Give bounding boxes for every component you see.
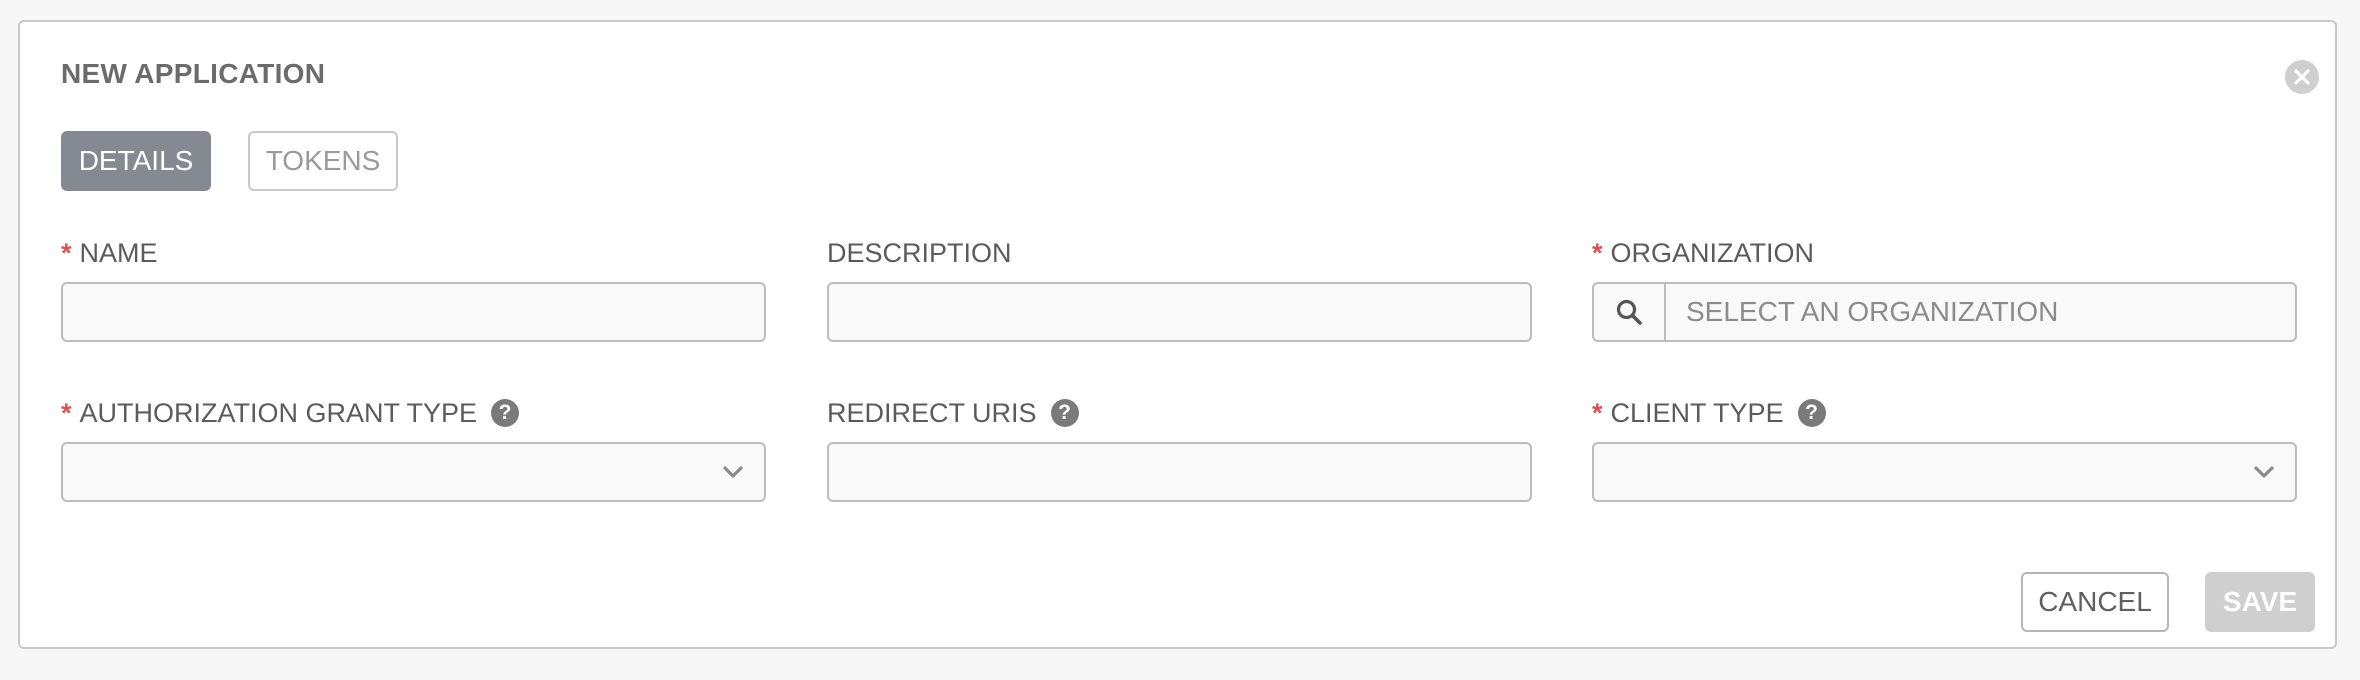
tab-details[interactable]: DETAILS bbox=[61, 131, 211, 191]
redirect-uris-label-text: REDIRECT URIS bbox=[827, 397, 1037, 428]
cancel-button[interactable]: CANCEL bbox=[2021, 572, 2169, 632]
organization-lookup[interactable]: SELECT AN ORGANIZATION bbox=[1592, 282, 2297, 342]
description-label-text: DESCRIPTION bbox=[827, 237, 1012, 268]
description-label: DESCRIPTION bbox=[827, 236, 1532, 270]
close-button[interactable] bbox=[2285, 60, 2319, 94]
redirect-uris-label: REDIRECT URIS ? bbox=[827, 396, 1532, 430]
redirect-uris-input[interactable] bbox=[827, 442, 1532, 502]
client-type-label: * CLIENT TYPE ? bbox=[1592, 396, 2297, 430]
grant-type-select[interactable] bbox=[61, 442, 766, 502]
grant-type-label: * AUTHORIZATION GRANT TYPE ? bbox=[61, 396, 766, 430]
name-label: * NAME bbox=[61, 236, 766, 270]
save-button[interactable]: SAVE bbox=[2205, 572, 2315, 632]
required-mark: * bbox=[61, 397, 72, 428]
close-icon bbox=[2294, 69, 2310, 85]
required-mark: * bbox=[1592, 397, 1603, 428]
description-input[interactable] bbox=[827, 282, 1532, 342]
client-type-label-text: CLIENT TYPE bbox=[1610, 397, 1784, 428]
redirect-uris-field-group: REDIRECT URIS ? bbox=[827, 396, 1532, 502]
chevron-down-icon bbox=[723, 466, 743, 478]
organization-label: * ORGANIZATION bbox=[1592, 236, 2297, 270]
description-field-group: DESCRIPTION bbox=[827, 236, 1532, 342]
organization-field-group: * ORGANIZATION SELECT AN ORGANIZATION bbox=[1592, 236, 2297, 342]
grant-type-label-text: AUTHORIZATION GRANT TYPE bbox=[79, 397, 478, 428]
client-type-field-group: * CLIENT TYPE ? bbox=[1592, 396, 2297, 502]
organization-placeholder[interactable]: SELECT AN ORGANIZATION bbox=[1666, 284, 2295, 340]
question-circle-icon[interactable]: ? bbox=[1050, 399, 1079, 427]
name-label-text: NAME bbox=[79, 237, 158, 268]
question-circle-icon[interactable]: ? bbox=[1797, 399, 1826, 427]
new-application-panel: NEW APPLICATION DETAILS TOKENS * NAME DE… bbox=[18, 20, 2337, 649]
name-field-group: * NAME bbox=[61, 236, 766, 342]
panel-title: NEW APPLICATION bbox=[61, 58, 326, 89]
organization-label-text: ORGANIZATION bbox=[1610, 237, 1815, 268]
required-mark: * bbox=[61, 237, 72, 268]
grant-type-field-group: * AUTHORIZATION GRANT TYPE ? bbox=[61, 396, 766, 502]
search-icon bbox=[1616, 299, 1642, 325]
organization-search-button[interactable] bbox=[1594, 284, 1666, 340]
name-input[interactable] bbox=[61, 282, 766, 342]
question-circle-icon[interactable]: ? bbox=[491, 399, 520, 427]
required-mark: * bbox=[1592, 237, 1603, 268]
client-type-select[interactable] bbox=[1592, 442, 2297, 502]
tab-tokens[interactable]: TOKENS bbox=[248, 131, 398, 191]
chevron-down-icon bbox=[2254, 466, 2274, 478]
